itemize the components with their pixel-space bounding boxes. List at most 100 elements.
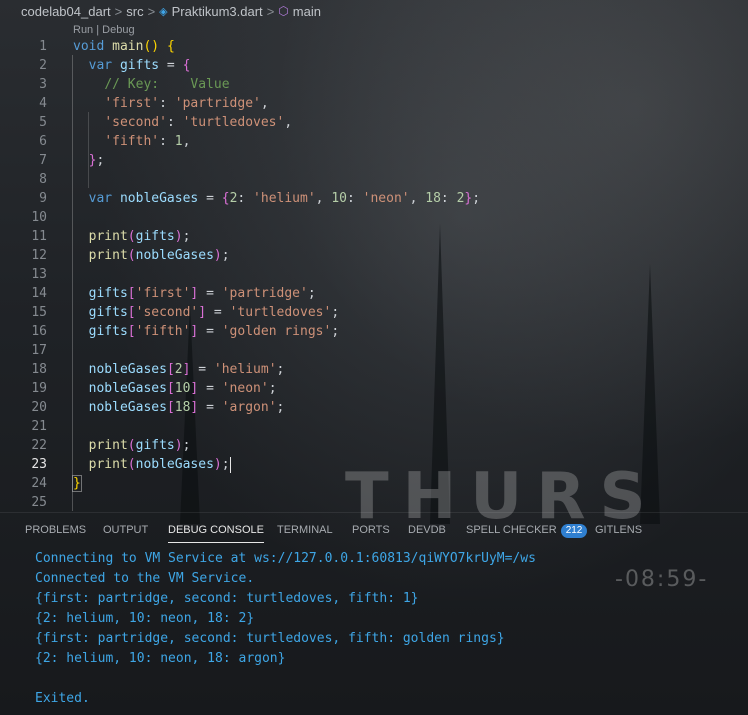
token-punct: ; (276, 362, 285, 377)
line-number: 21 (31, 419, 47, 434)
spell-checker-badge: 212 (560, 524, 588, 538)
chevron-right-icon: > (114, 3, 123, 19)
token-punct: , (409, 191, 426, 206)
token-variable: nobleGases (119, 191, 199, 206)
line-number: 25 (31, 495, 47, 510)
token-punct: , (182, 134, 191, 149)
token-punct: , (260, 96, 269, 111)
breadcrumb-folder[interactable]: codelab04_dart (21, 4, 111, 19)
line-number: 13 (31, 267, 47, 282)
code-editor[interactable]: Run | Debug 1 void main() { 2 var gifts =… (0, 22, 748, 512)
token-paren: ) (213, 457, 222, 472)
token-variable: nobleGases (88, 362, 167, 377)
token-string: 'helium' (253, 191, 316, 206)
token-variable: nobleGases (135, 248, 214, 263)
token-brace: { (166, 39, 175, 54)
chevron-right-icon: > (147, 3, 156, 19)
tab-problems[interactable]: PROBLEMS (25, 524, 86, 536)
token-string: 'helium' (213, 362, 277, 377)
token-punct: : (159, 96, 175, 111)
token-operator: = (206, 305, 230, 320)
token-bracket: [ (127, 305, 136, 320)
token-keyword: var (88, 58, 113, 73)
tab-gitlens[interactable]: GITLENS (595, 524, 642, 536)
token-keyword: void (73, 39, 105, 54)
token-function: print (88, 248, 128, 263)
tab-devdb[interactable]: DEVDB (408, 524, 446, 536)
token-variable: nobleGases (135, 457, 214, 472)
token-string: 'neon' (221, 381, 269, 396)
token-punct: , (284, 115, 293, 130)
line-number: 10 (31, 210, 47, 225)
token-function: print (88, 229, 128, 244)
token-punct: ; (221, 248, 230, 263)
token-string: 'partridge' (174, 96, 261, 111)
line-number: 20 (31, 400, 47, 415)
breadcrumb-src[interactable]: src (126, 4, 143, 19)
breadcrumb-symbol[interactable]: main (293, 4, 321, 19)
line-number: 19 (31, 381, 47, 396)
tab-spell-checker[interactable]: SPELL CHECKER 212 (466, 524, 588, 538)
token-string: 'turtledoves' (182, 115, 285, 130)
line-number: 24 (31, 476, 47, 491)
token-punct: ; (331, 324, 340, 339)
token-brace: } (72, 475, 82, 492)
token-punct: ; (472, 191, 481, 206)
console-line: Exited. (35, 691, 90, 706)
debug-console-output[interactable]: Connecting to VM Service at ws://127.0.0… (35, 549, 536, 709)
token-function: print (88, 457, 128, 472)
token-variable: gifts (119, 58, 160, 73)
tab-debug-console[interactable]: DEBUG CONSOLE (168, 524, 264, 543)
token-string: 'fifth' (104, 134, 160, 149)
token-paren: ) (213, 248, 222, 263)
codelens-run-debug[interactable]: Run | Debug (73, 24, 135, 36)
token-punct: ; (268, 381, 277, 396)
token-keyword: var (88, 191, 113, 206)
line-number: 12 (31, 248, 47, 263)
token-number: 10 (331, 191, 347, 206)
token-paren: ( (127, 457, 136, 472)
token-brace: { (221, 191, 230, 206)
token-punct: : (237, 191, 254, 206)
token-punct: ; (331, 305, 340, 320)
token-comment: // Key: Value (104, 77, 230, 92)
token-punct: : (346, 191, 363, 206)
token-variable: gifts (88, 305, 128, 320)
token-bracket: [ (127, 324, 136, 339)
token-function: print (88, 438, 128, 453)
token-paren: () (143, 39, 160, 54)
token-bracket: ] (198, 305, 207, 320)
line-number: 18 (31, 362, 47, 377)
line-number: 2 (39, 58, 47, 73)
tab-spell-checker-label: SPELL CHECKER (466, 524, 557, 536)
token-punct: ; (307, 286, 316, 301)
token-string: 'second' (135, 305, 199, 320)
breadcrumb-file[interactable]: Praktikum3.dart (172, 4, 263, 19)
token-punct: ; (96, 153, 105, 168)
token-string: 'partridge' (221, 286, 308, 301)
token-punct: ; (182, 229, 191, 244)
tab-ports[interactable]: PORTS (352, 524, 390, 536)
tab-output[interactable]: OUTPUT (103, 524, 148, 536)
token-punct: , (315, 191, 332, 206)
token-number: 10 (174, 381, 191, 396)
token-punct: : (166, 115, 183, 130)
line-number: 3 (39, 77, 47, 92)
tab-terminal[interactable]: TERMINAL (277, 524, 333, 536)
token-variable: nobleGases (88, 400, 167, 415)
token-paren: ( (127, 438, 136, 453)
token-bracket: [ (166, 400, 175, 415)
dart-file-icon: ◈ (159, 5, 168, 18)
console-line: Connecting to VM Service at ws://127.0.0… (35, 551, 536, 566)
token-operator: = (198, 400, 222, 415)
console-line: {first: partridge, second: turtledoves, … (35, 591, 419, 606)
symbol-method-icon: ⬡ (278, 4, 289, 18)
token-paren: ( (127, 248, 136, 263)
line-number: 22 (31, 438, 47, 453)
token-bracket: [ (127, 286, 136, 301)
token-variable: gifts (88, 286, 128, 301)
token-punct: ; (182, 438, 191, 453)
